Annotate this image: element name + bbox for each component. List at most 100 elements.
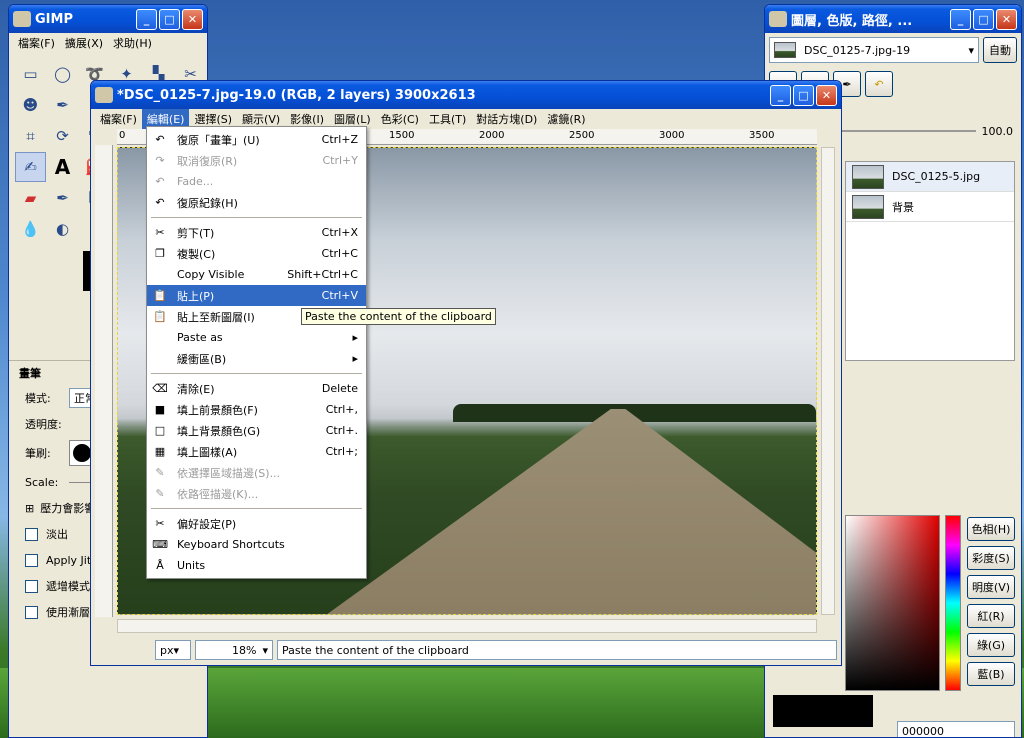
menu-item-label: 緩衝區(B)	[177, 352, 227, 366]
paste-icon: 📋	[153, 289, 167, 302]
paintbrush-tool-icon[interactable]: ✍	[15, 152, 46, 182]
dodge-icon[interactable]: ◐	[47, 214, 78, 244]
menu-item-label: 復原「畫筆」(U)	[177, 133, 260, 147]
image-selector-row: DSC_0125-7.jpg-19 ▾ 自動	[765, 33, 1021, 67]
menu-item-label: 依路徑描邊(K)...	[177, 487, 259, 501]
layer-name: 背景	[892, 200, 914, 214]
menu-item-label: Keyboard Shortcuts	[177, 538, 285, 551]
minimize-button[interactable]: _	[136, 8, 157, 30]
horizontal-scrollbar[interactable]	[117, 619, 817, 633]
edit-menu-item: ✎ 依選擇區域描邊(S)...	[147, 462, 366, 483]
edit-menu-item[interactable]: ▦ 填上圖樣(A) Ctrl+;	[147, 441, 366, 462]
rect-select-icon[interactable]: ▭	[15, 59, 46, 89]
layer-row[interactable]: 背景	[846, 192, 1014, 222]
edit-menu-item[interactable]: 📋 貼上(P) Ctrl+V	[147, 285, 366, 306]
menu-separator	[151, 373, 362, 374]
color-mode-buttons: 色相(H) 彩度(S) 明度(V) 紅(R) 綠(G) 藍(B)	[967, 517, 1015, 686]
menu-file[interactable]: 檔案(F)	[13, 33, 60, 53]
close-button[interactable]: ✕	[816, 84, 837, 106]
menu-dialogs[interactable]: 對話方塊(D)	[471, 109, 542, 129]
edit-menu-item[interactable]: ↶ 復原紀錄(H)	[147, 192, 366, 213]
image-titlebar[interactable]: *DSC_0125-7.jpg-19.0 (RGB, 2 layers) 390…	[91, 81, 841, 109]
menu-item-label: 填上前景顏色(F)	[177, 403, 258, 417]
menu-help[interactable]: 求助(H)	[108, 33, 157, 53]
hex-input[interactable]: 000000	[897, 721, 1015, 737]
expand-icon[interactable]: ⊞	[25, 502, 34, 515]
crop-icon[interactable]: ⌗	[15, 121, 46, 151]
layer-row[interactable]: DSC_0125-5.jpg	[846, 162, 1014, 192]
image-selector[interactable]: DSC_0125-7.jpg-19 ▾	[769, 37, 979, 63]
maximize-button[interactable]: □	[159, 8, 180, 30]
layer-name: DSC_0125-5.jpg	[892, 170, 981, 183]
edit-menu-item[interactable]: 緩衝區(B) ▸	[147, 348, 366, 369]
red-button[interactable]: 紅(R)	[967, 604, 1015, 628]
vertical-ruler[interactable]	[95, 145, 113, 617]
submenu-arrow-icon: ▸	[352, 331, 358, 344]
edit-menu-item[interactable]: ❐ 複製(C) Ctrl+C	[147, 243, 366, 264]
incremental-label: 遞增模式	[46, 580, 90, 593]
edit-menu-item[interactable]: ⌨ Keyboard Shortcuts	[147, 534, 366, 555]
rotate-icon[interactable]: ⟳	[47, 121, 78, 151]
menu-separator	[151, 217, 362, 218]
toolbox-titlebar[interactable]: GIMP _ □ ✕	[9, 5, 207, 33]
fg-color-display[interactable]	[773, 695, 873, 727]
image-title: *DSC_0125-7.jpg-19.0 (RGB, 2 layers) 390…	[117, 87, 476, 103]
hue-strip[interactable]	[945, 515, 961, 691]
incremental-checkbox[interactable]	[25, 579, 38, 593]
auto-button[interactable]: 自動	[983, 37, 1017, 63]
menu-tools[interactable]: 工具(T)	[424, 109, 471, 129]
hue-button[interactable]: 色相(H)	[967, 517, 1015, 541]
opacity-value[interactable]: 100.0	[982, 125, 1014, 138]
close-button[interactable]: ✕	[996, 8, 1017, 30]
menu-xtns[interactable]: 擴展(X)	[60, 33, 108, 53]
value-button[interactable]: 明度(V)	[967, 575, 1015, 599]
pattern-fill-icon: ▦	[154, 445, 166, 458]
gradient-checkbox[interactable]	[25, 605, 38, 619]
edit-menu-item[interactable]: ■ 填上前景顏色(F) Ctrl+,	[147, 399, 366, 420]
maximize-button[interactable]: □	[973, 8, 994, 30]
menu-file[interactable]: 檔案(F)	[95, 109, 142, 129]
minimize-button[interactable]: _	[770, 84, 791, 106]
eraser-icon[interactable]: ▰	[15, 183, 46, 213]
edit-menu-item: ↷ 取消復原(R) Ctrl+Y	[147, 150, 366, 171]
menu-item-accel: Ctrl+;	[325, 445, 359, 458]
menu-item-label: 貼上(P)	[177, 289, 215, 303]
foreground-select-icon[interactable]: ☻	[15, 90, 46, 120]
status-bar: px ▾ 18% ▾ Paste the content of the clip…	[95, 639, 837, 661]
maximize-button[interactable]: □	[793, 84, 814, 106]
unit-select[interactable]: px ▾	[155, 640, 191, 660]
zoom-select[interactable]: 18% ▾	[195, 640, 273, 660]
edit-menu-item[interactable]: Å Units	[147, 555, 366, 576]
green-button[interactable]: 綠(G)	[967, 633, 1015, 657]
color-picker-area[interactable]	[845, 515, 940, 691]
saturation-button[interactable]: 彩度(S)	[967, 546, 1015, 570]
layers-titlebar[interactable]: 圖層, 色版, 路徑, ... _ □ ✕	[765, 5, 1021, 33]
ink-icon[interactable]: ✒	[47, 183, 78, 213]
blue-button[interactable]: 藍(B)	[967, 662, 1015, 686]
menu-filters[interactable]: 濾鏡(R)	[542, 109, 590, 129]
edit-menu-item[interactable]: ↶ 復原「畫筆」(U) Ctrl+Z	[147, 129, 366, 150]
undo-icon: ↶	[155, 133, 165, 146]
edit-menu-item[interactable]: Paste as ▸	[147, 327, 366, 348]
vertical-scrollbar[interactable]	[821, 147, 835, 615]
fade-icon: ↶	[155, 175, 165, 188]
edit-menu-item[interactable]: □ 填上背景顏色(G) Ctrl+.	[147, 420, 366, 441]
menu-colors[interactable]: 色彩(C)	[376, 109, 424, 129]
blur-icon[interactable]: 💧	[15, 214, 46, 244]
ellipse-select-icon[interactable]: ◯	[47, 59, 78, 89]
edit-menu-item: ✎ 依路徑描邊(K)...	[147, 483, 366, 504]
paths-icon[interactable]: ✒	[47, 90, 78, 120]
menu-item-accel: Ctrl+,	[325, 403, 358, 416]
menu-item-accel: Ctrl+V	[321, 289, 358, 302]
edit-menu-item[interactable]: ✂ 剪下(T) Ctrl+X	[147, 222, 366, 243]
close-button[interactable]: ✕	[182, 8, 203, 30]
jitter-checkbox[interactable]	[25, 553, 38, 567]
edit-menu-item[interactable]: Copy Visible Shift+Ctrl+C	[147, 264, 366, 285]
edit-menu-item[interactable]: ⌫ 清除(E) Delete	[147, 378, 366, 399]
text-tool-icon[interactable]: A	[47, 152, 78, 182]
minimize-button[interactable]: _	[950, 8, 971, 30]
edit-menu-item[interactable]: ✂ 偏好設定(P)	[147, 513, 366, 534]
fade-checkbox[interactable]	[25, 527, 38, 541]
menu-item-label: Copy Visible	[177, 268, 245, 281]
tab-undo[interactable]: ↶	[865, 71, 893, 97]
